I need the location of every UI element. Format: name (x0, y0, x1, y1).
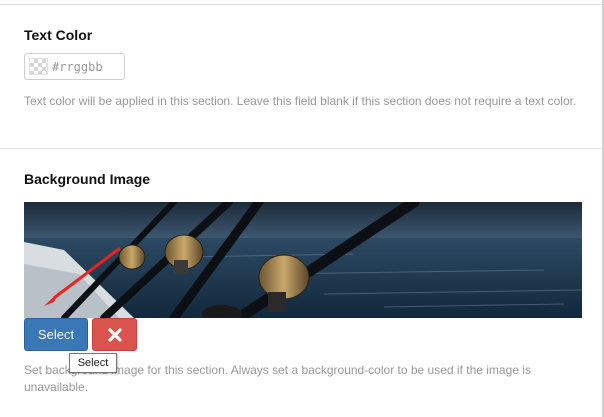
text-color-help: Text color will be applied in this secti… (24, 94, 577, 108)
section-divider (0, 148, 602, 149)
select-tooltip: Select (69, 353, 117, 373)
panel-top-border (0, 4, 604, 5)
text-color-label: Text Color (24, 27, 93, 43)
text-color-field[interactable] (24, 53, 125, 80)
x-icon (107, 327, 122, 342)
background-image-preview (24, 202, 582, 318)
background-image-label: Background Image (24, 171, 151, 187)
select-button-label: Select (37, 327, 75, 342)
transparent-swatch-icon[interactable] (29, 58, 48, 75)
select-image-button[interactable]: Select (24, 318, 88, 351)
remove-image-button[interactable] (92, 318, 137, 351)
text-color-input[interactable] (52, 58, 122, 75)
